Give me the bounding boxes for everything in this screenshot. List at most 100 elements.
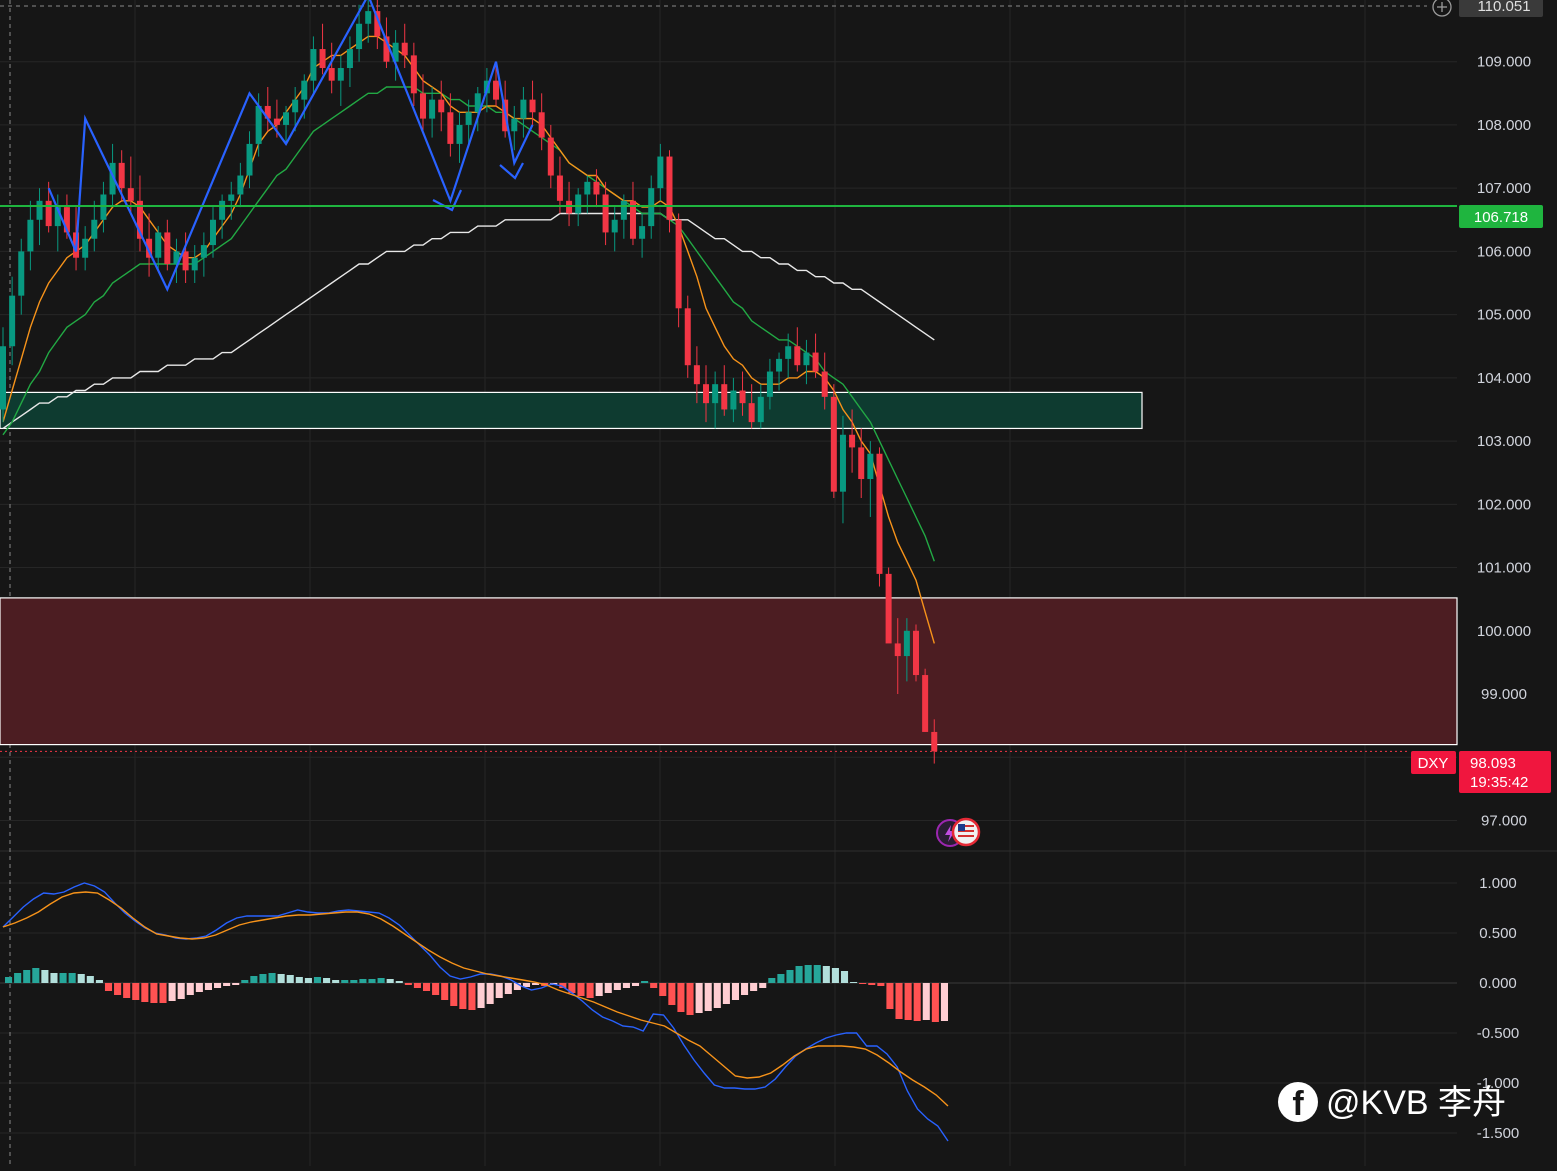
macd-histogram-bar (804, 965, 812, 983)
macd-histogram-bar (622, 983, 630, 988)
candle-body (520, 99, 527, 119)
candle-body (858, 447, 865, 480)
candle-body (191, 257, 198, 271)
macd-histogram-bar (177, 983, 185, 999)
candle-body (301, 80, 308, 100)
macd-histogram-bar (704, 983, 712, 1011)
candle-body (885, 573, 892, 644)
candle-body (529, 99, 536, 113)
macd-histogram-bar (168, 983, 176, 1001)
macd-histogram-bar (395, 981, 403, 983)
macd-histogram-bar (850, 982, 858, 983)
macd-histogram-bar (495, 983, 503, 998)
candle-body (757, 396, 764, 423)
candle-body (456, 124, 463, 144)
candle-body (703, 384, 710, 404)
macd-tick-label: 0.000 (1479, 975, 1517, 992)
macd-histogram-bar (750, 983, 758, 991)
countdown-label: 19:35:42 (1470, 774, 1528, 791)
macd-histogram-bar (504, 983, 512, 994)
candle-body (237, 175, 244, 195)
price-tick-label: 102.000 (1477, 496, 1531, 513)
candle-body (100, 194, 107, 220)
macd-histogram-bar (77, 974, 85, 983)
macd-histogram-bar (14, 973, 22, 983)
price-tick-label: 105.000 (1477, 307, 1531, 324)
macd-histogram-bar (641, 981, 649, 983)
macd-histogram-bar (150, 983, 158, 1003)
macd-histogram-bar (895, 983, 903, 1019)
macd-histogram-bar (931, 983, 939, 1022)
macd-histogram-bar (822, 966, 830, 983)
macd-histogram-bar (286, 975, 294, 983)
macd-histogram-bar (877, 983, 885, 986)
candle-body (876, 453, 883, 574)
macd-histogram-bar (741, 983, 749, 995)
candle-body (748, 403, 755, 423)
macd-histogram-bar (768, 978, 776, 983)
candle-body (209, 219, 216, 246)
macd-histogram-bar (459, 983, 467, 1009)
macd-histogram-bar (386, 979, 394, 983)
candle-body (839, 434, 846, 492)
candle-body (465, 112, 472, 125)
macd-histogram-bar (41, 970, 49, 983)
candle-body (164, 232, 171, 265)
candle-body (584, 181, 591, 195)
candle-body (319, 49, 326, 69)
macd-histogram-bar (777, 974, 785, 983)
macd-histogram-bar (250, 976, 258, 983)
candle-body (36, 200, 43, 220)
candle-body (255, 105, 262, 144)
macd-histogram-bar (295, 977, 303, 983)
macd-histogram-bar (50, 973, 58, 983)
macd-tick-label: 1.000 (1479, 875, 1517, 892)
macd-tick-label: -1.500 (1477, 1125, 1520, 1142)
candle-body (447, 112, 454, 144)
macd-histogram-bar (868, 983, 876, 985)
macd-histogram-bar (695, 983, 703, 1013)
macd-histogram-bar (831, 968, 839, 983)
macd-histogram-bar (377, 978, 385, 983)
macd-histogram-bar (631, 983, 640, 986)
macd-histogram-bar (232, 983, 240, 985)
candle-body (91, 219, 98, 239)
price-tick-label: 100.000 (1477, 623, 1531, 640)
macd-histogram-bar (722, 983, 730, 1004)
candle-body (538, 112, 545, 138)
macd-histogram-bar (132, 983, 140, 1000)
price-tick-label: 110.051 (1477, 0, 1530, 15)
macd-histogram-bar (23, 970, 31, 983)
macd-histogram-bar (186, 983, 194, 995)
candle-body (228, 194, 235, 201)
candle-body (894, 643, 901, 657)
macd-histogram-bar (432, 983, 440, 995)
candle-body (931, 731, 938, 752)
chart-canvas[interactable]: 110.051 109.000 108.000 107.000 106.000 105.0… (0, 0, 1557, 1166)
candle-body (666, 156, 673, 220)
candle-body (328, 68, 335, 81)
candle-body (684, 308, 691, 366)
candle-body (337, 68, 344, 81)
macd-histogram-bar (404, 983, 412, 985)
macd-histogram-bar (595, 983, 603, 996)
macd-histogram-bar (613, 983, 621, 990)
price-tick-label: 104.000 (1477, 370, 1531, 387)
price-tick-label: 103.000 (1477, 433, 1531, 450)
candle-body (639, 226, 646, 239)
candle-body (82, 238, 89, 258)
candle-body (830, 396, 837, 492)
candle-body (292, 99, 299, 113)
candle-body (401, 42, 408, 56)
macd-histogram-bar (450, 983, 458, 1006)
macd-histogram-bar (259, 974, 267, 983)
macd-histogram-bar (350, 980, 358, 983)
dxy-chart[interactable]: 110.051 109.000 108.000 107.000 106.000 105.0… (0, 0, 1557, 1166)
macd-histogram-bar (731, 983, 740, 1000)
candle-body (849, 434, 856, 448)
candle-body (648, 188, 655, 227)
candle-body (602, 194, 609, 233)
macd-histogram-bar (413, 983, 421, 988)
macd-histogram-bar (123, 983, 131, 998)
event-icons[interactable] (936, 817, 981, 847)
